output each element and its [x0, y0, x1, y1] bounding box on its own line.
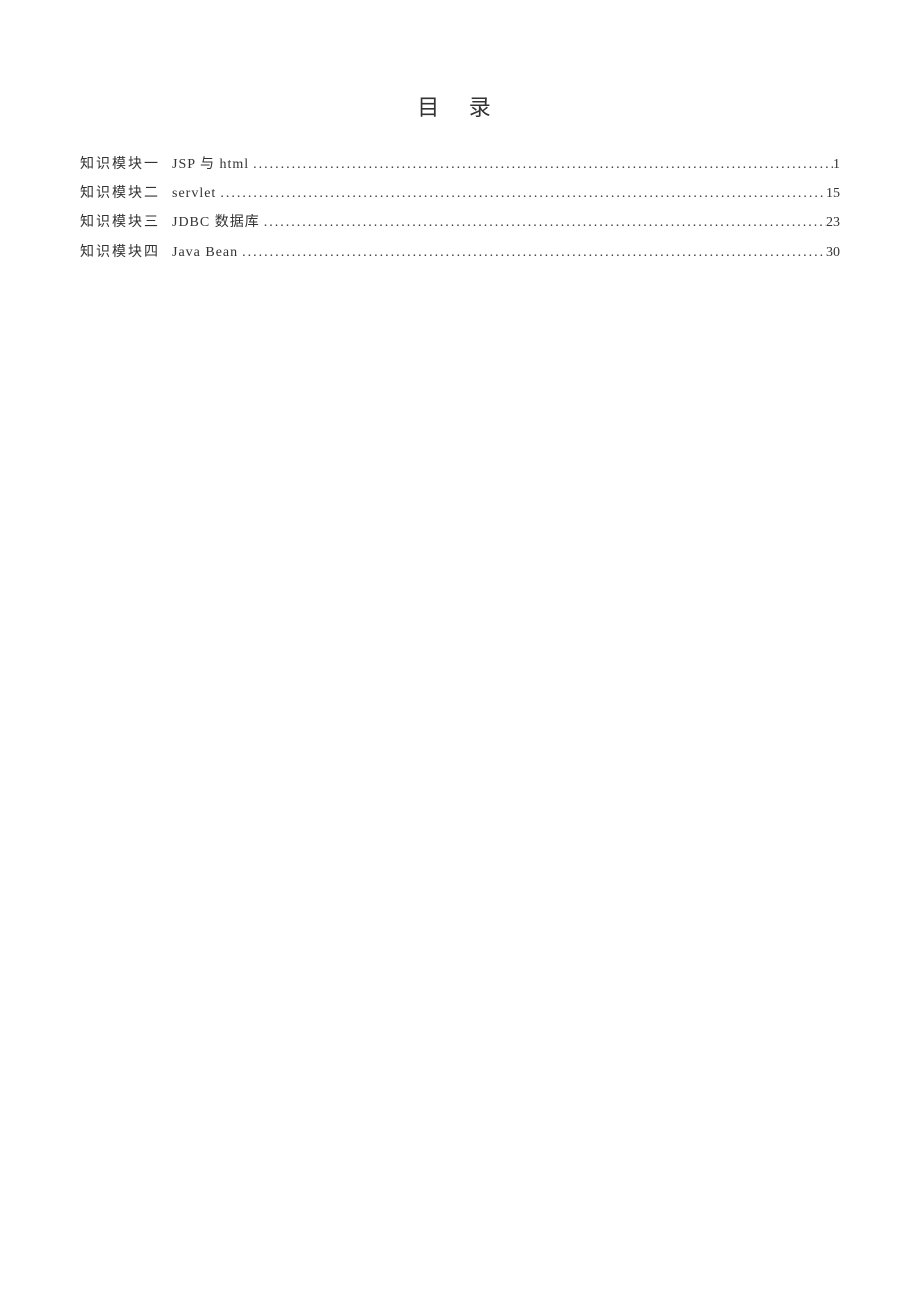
toc-leader-dots: ........................................…: [216, 181, 826, 206]
toc-row: 知识模块四 Java Bean ........................…: [80, 240, 840, 265]
toc-row: 知识模块二 servlet ..........................…: [80, 181, 840, 206]
toc-page-number: 30: [826, 240, 840, 265]
toc-module-label: 知识模块四: [80, 240, 160, 265]
toc-topic-label: servlet: [172, 181, 216, 206]
toc-module-label: 知识模块一: [80, 152, 160, 177]
toc-leader-dots: ........................................…: [249, 152, 833, 177]
toc-module-label: 知识模块三: [80, 210, 160, 235]
page-title: 目 录: [80, 90, 840, 122]
toc-leader-dots: ........................................…: [238, 240, 826, 265]
toc-row: 知识模块三 JDBC 数据库 .........................…: [80, 210, 840, 235]
toc-leader-dots: ........................................…: [260, 210, 826, 235]
toc-topic-label: JSP 与 html: [172, 152, 249, 177]
toc-row: 知识模块一 JSP 与 html .......................…: [80, 152, 840, 177]
toc-page-number: 23: [826, 210, 840, 235]
table-of-contents: 知识模块一 JSP 与 html .......................…: [80, 152, 840, 265]
toc-page-number: 1: [833, 152, 840, 177]
toc-module-label: 知识模块二: [80, 181, 160, 206]
toc-topic-label: JDBC 数据库: [172, 210, 260, 235]
toc-topic-label: Java Bean: [172, 240, 238, 265]
toc-page-number: 15: [826, 181, 840, 206]
